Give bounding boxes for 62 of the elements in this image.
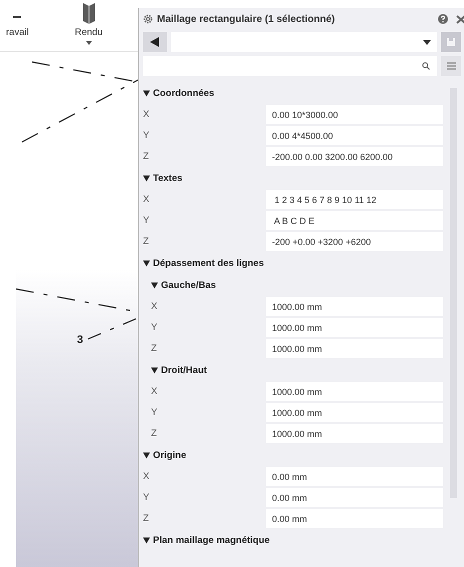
search-icon [422, 62, 430, 70]
section-header[interactable]: Coordonnées [141, 82, 214, 104]
section-header[interactable]: Droit/Haut [141, 359, 207, 381]
property-label: X [142, 471, 150, 482]
property-label: Y [150, 322, 158, 333]
property-label: Y [142, 215, 150, 226]
property-field[interactable]: 1000.00 mm [266, 297, 443, 316]
property-label: Z [142, 151, 150, 162]
book-icon [82, 2, 96, 24]
caret-icon [423, 40, 431, 44]
section-header[interactable]: Textes [141, 167, 182, 189]
section-header[interactable]: Origine [141, 444, 186, 466]
section-header[interactable]: Dépassement des lignes [141, 252, 264, 274]
property-field[interactable]: -200.00 0.00 3200.00 6200.00 [266, 147, 443, 166]
property-label: Z [150, 428, 158, 439]
property-label: Y [150, 407, 158, 418]
property-field[interactable]: 1000.00 mm [266, 339, 443, 358]
panel-title: Maillage rectangulaire (1 sélectionné) [157, 14, 336, 24]
property-label: Z [142, 236, 150, 247]
section-header[interactable]: Plan maillage magnétique [141, 529, 270, 551]
menu-icon [446, 62, 456, 70]
property-label: X [150, 301, 158, 312]
property-label: Z [142, 513, 150, 524]
help-icon[interactable] [438, 14, 448, 24]
property-field[interactable]: A B C D E [266, 211, 443, 230]
property-label: X [142, 194, 150, 205]
dash-dot-line [88, 317, 138, 340]
property-field[interactable]: 1000.00 mm [266, 318, 443, 337]
property-field[interactable]: 1000.00 mm [266, 403, 443, 422]
ribbon-button[interactable]: ravail [6, 0, 29, 51]
property-field[interactable]: -200 +0.00 +3200 +6200 [266, 232, 443, 251]
property-label: Z [150, 343, 158, 354]
property-field[interactable]: 0.00 mm [266, 509, 443, 528]
property-field[interactable]: 1000.00 mm [266, 382, 443, 401]
axis-label: 3 [77, 334, 84, 346]
down-triangle-icon [143, 174, 150, 182]
property-field[interactable]: 1 2 3 4 5 6 7 8 9 10 11 12 [266, 190, 443, 209]
down-triangle-icon [143, 90, 150, 96]
property-field[interactable]: 0.00 4*4500.00 [266, 126, 443, 145]
search-field[interactable] [143, 56, 437, 76]
gear-icon [143, 14, 153, 24]
close-icon[interactable] [456, 14, 464, 24]
property-label: Y [142, 492, 150, 503]
back-button[interactable] [143, 32, 167, 52]
property-field[interactable]: 0.00 mm [266, 467, 443, 486]
ribbon-button[interactable]: Rendu [74, 0, 103, 51]
dash-icon [13, 16, 22, 18]
down-triangle-icon [143, 452, 150, 458]
property-label: Y [142, 130, 150, 141]
down-triangle-icon [151, 282, 158, 288]
down-triangle-icon [143, 536, 150, 544]
down-triangle-icon [143, 260, 150, 266]
menu-button[interactable] [441, 56, 461, 76]
down-triangle-icon [151, 366, 158, 374]
property-field[interactable]: 0.00 mm [266, 488, 443, 507]
property-field[interactable]: 0.00 10*3000.00 [266, 105, 443, 124]
floppy-icon [446, 37, 456, 47]
left-triangle-icon [150, 37, 160, 47]
property-label: X [150, 386, 158, 397]
section-header[interactable]: Gauche/Bas [141, 274, 216, 296]
property-field[interactable]: 1000.00 mm [266, 424, 443, 443]
property-label: X [142, 109, 150, 120]
